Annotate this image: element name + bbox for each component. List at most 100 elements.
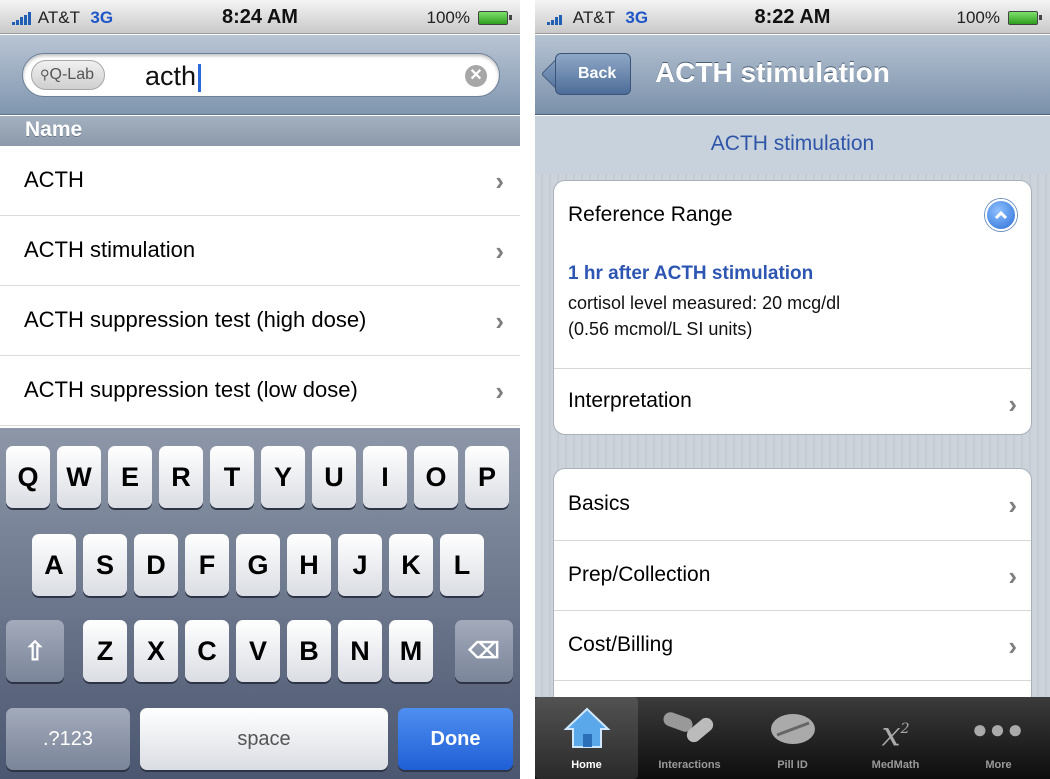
tab-bar: Home Interactions Pill ID x2 MedMath ●●●… — [535, 697, 1050, 779]
more-dots-icon: ●●● — [971, 714, 1026, 744]
x-squared-icon: x2 — [881, 714, 910, 755]
detail-subheader: ACTH stimulation — [535, 116, 1050, 174]
key-b[interactable]: B — [287, 620, 331, 682]
text-caret — [198, 63, 202, 92]
list-item-label: ACTH suppression test (high dose) — [24, 307, 367, 332]
key-h[interactable]: H — [287, 534, 331, 596]
chevron-right-icon: › — [495, 306, 504, 336]
key-g[interactable]: G — [236, 534, 280, 596]
status-bar: AT&T 3G 8:24 AM 100% — [0, 0, 520, 34]
navigation-bar: Back ACTH stimulation — [535, 35, 1050, 115]
tab-label: More — [985, 759, 1012, 771]
search-query: acth — [145, 61, 202, 92]
key-c[interactable]: C — [185, 620, 229, 682]
reference-subtitle: 1 hr after ACTH stimulation — [568, 263, 814, 284]
reference-range-title: Reference Range — [568, 203, 733, 226]
section-header: Name — [0, 116, 520, 146]
clear-icon[interactable]: ✕ — [465, 65, 487, 87]
battery-percent: 100% — [956, 8, 1000, 27]
keyboard: Q W E R T Y U I O P A S D F G H J K L ⇧ … — [0, 428, 520, 779]
tab-label: Interactions — [658, 759, 721, 771]
key-q[interactable]: Q — [6, 446, 50, 508]
key-f[interactable]: F — [185, 534, 229, 596]
home-icon — [535, 705, 638, 753]
search-screen: AT&T 3G 8:24 AM 100% ⚲Q-Lab acth ✕ Name … — [0, 0, 520, 779]
section-row-prep[interactable]: Prep/Collection › — [554, 541, 1031, 611]
key-v[interactable]: V — [236, 620, 280, 682]
tab-interactions[interactable]: Interactions — [638, 697, 741, 779]
search-input[interactable]: ⚲Q-Lab acth ✕ — [22, 53, 500, 97]
chevron-right-icon: › — [495, 166, 504, 196]
tab-label: Home — [571, 759, 602, 771]
detail-screen: AT&T 3G 8:22 AM 100% Back ACTH stimulati… — [535, 0, 1050, 779]
key-y[interactable]: Y — [261, 446, 305, 508]
chevron-right-icon: › — [495, 376, 504, 406]
list-item[interactable]: ACTH suppression test (low dose) › — [0, 356, 520, 426]
interpretation-label: Interpretation — [568, 389, 692, 412]
collapse-up-icon[interactable] — [985, 199, 1017, 231]
reference-line-2: (0.56 mcmol/L SI units) — [568, 319, 753, 339]
pill-icon — [741, 705, 844, 753]
battery-percent: 100% — [426, 8, 470, 27]
key-r[interactable]: R — [159, 446, 203, 508]
key-m[interactable]: M — [389, 620, 433, 682]
key-p[interactable]: P — [465, 446, 509, 508]
tab-home[interactable]: Home — [535, 697, 638, 779]
search-bar: ⚲Q-Lab acth ✕ — [0, 35, 520, 115]
chevron-right-icon: › — [1008, 631, 1017, 661]
key-j[interactable]: J — [338, 534, 382, 596]
numbers-key[interactable]: .?123 — [6, 708, 130, 770]
list-item[interactable]: ACTH › — [0, 146, 520, 216]
key-l[interactable]: L — [440, 534, 484, 596]
tab-medmath[interactable]: x2 MedMath — [844, 697, 947, 779]
key-w[interactable]: W — [57, 446, 101, 508]
tab-label: MedMath — [871, 759, 920, 771]
space-key[interactable]: space — [140, 708, 388, 770]
chevron-right-icon: › — [1008, 561, 1017, 591]
shift-icon: ⇧ — [24, 636, 46, 666]
chevron-right-icon: › — [1008, 389, 1017, 419]
reference-range-row[interactable]: Reference Range 1 hr after ACTH stimulat… — [554, 181, 1031, 369]
search-scope-badge[interactable]: ⚲Q-Lab — [31, 60, 105, 90]
key-o[interactable]: O — [414, 446, 458, 508]
key-i[interactable]: I — [363, 446, 407, 508]
shift-key[interactable]: ⇧ — [6, 620, 64, 682]
list-item[interactable]: ACTH suppression test (high dose) › — [0, 286, 520, 356]
back-button[interactable]: Back — [555, 53, 632, 95]
list-item[interactable]: ACTH stimulation › — [0, 216, 520, 286]
tab-pill-id[interactable]: Pill ID — [741, 697, 844, 779]
section-label: Basics — [568, 492, 630, 515]
done-key[interactable]: Done — [398, 708, 513, 770]
battery-icon — [478, 11, 512, 25]
backspace-icon: ⌫ — [468, 638, 500, 663]
reference-group: Reference Range 1 hr after ACTH stimulat… — [553, 180, 1032, 435]
key-x[interactable]: X — [134, 620, 178, 682]
page-title: ACTH stimulation — [655, 57, 890, 88]
key-t[interactable]: T — [210, 446, 254, 508]
pills-icon — [638, 705, 741, 753]
battery-icon — [1008, 11, 1042, 25]
reference-line-1: cortisol level measured: 20 mcg/dl — [568, 293, 841, 313]
key-a[interactable]: A — [32, 534, 76, 596]
section-row-basics[interactable]: Basics › — [554, 469, 1031, 541]
section-row-cost[interactable]: Cost/Billing › — [554, 611, 1031, 681]
tab-more[interactable]: ●●● More — [947, 697, 1050, 779]
key-s[interactable]: S — [83, 534, 127, 596]
interpretation-row[interactable]: Interpretation › — [554, 369, 1031, 434]
section-label: Cost/Billing — [568, 633, 674, 656]
key-d[interactable]: D — [134, 534, 178, 596]
key-e[interactable]: E — [108, 446, 152, 508]
list-item-label: ACTH — [24, 167, 84, 192]
status-bar: AT&T 3G 8:22 AM 100% — [535, 0, 1050, 34]
results-list: ACTH › ACTH stimulation › ACTH suppression… — [0, 146, 520, 426]
key-u[interactable]: U — [312, 446, 356, 508]
key-k[interactable]: K — [389, 534, 433, 596]
key-z[interactable]: Z — [83, 620, 127, 682]
detail-content: ACTH stimulation Reference Range 1 hr af… — [535, 116, 1050, 728]
search-icon: ⚲ — [40, 67, 50, 82]
list-item-label: ACTH suppression test (low dose) — [24, 377, 358, 402]
delete-key[interactable]: ⌫ — [455, 620, 513, 682]
key-n[interactable]: N — [338, 620, 382, 682]
chevron-right-icon: › — [1008, 490, 1017, 520]
sections-group: Basics › Prep/Collection › Cost/Billing … — [553, 468, 1032, 728]
